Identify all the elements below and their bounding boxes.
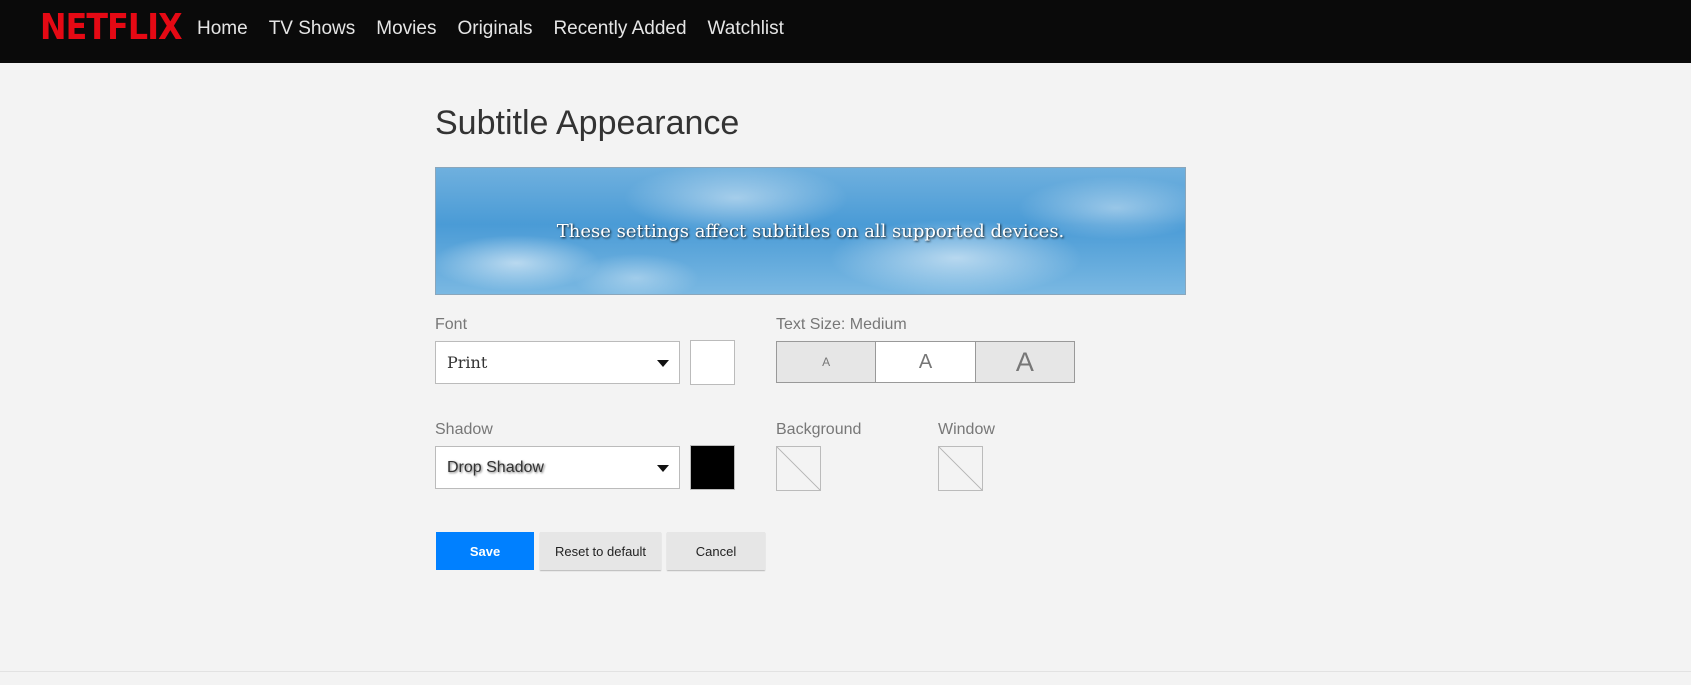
text-size-small-button[interactable]: A: [777, 342, 877, 382]
window-label: Window: [938, 421, 995, 438]
cancel-button[interactable]: Cancel: [667, 532, 765, 570]
font-color-swatch[interactable]: [690, 340, 735, 385]
font-label: Font: [435, 316, 468, 333]
window-color-swatch[interactable]: [938, 446, 983, 491]
nav-movies[interactable]: Movies: [376, 18, 436, 40]
shadow-label: Shadow: [435, 421, 493, 438]
background-label: Background: [776, 421, 862, 438]
nav-recently-added[interactable]: Recently Added: [553, 18, 686, 40]
save-button[interactable]: Save: [436, 532, 534, 570]
preview-text: These settings affect subtitles on all s…: [556, 220, 1065, 242]
nav-tv-shows[interactable]: TV Shows: [269, 18, 356, 40]
text-size-large-button[interactable]: A: [975, 342, 1074, 382]
font-select[interactable]: Print: [435, 341, 680, 384]
page-title: Subtitle Appearance: [435, 104, 740, 142]
chevron-down-icon: [657, 465, 669, 472]
chevron-down-icon: [657, 360, 669, 367]
nav-originals[interactable]: Originals: [457, 18, 532, 40]
subtitle-preview: These settings affect subtitles on all s…: [435, 167, 1186, 295]
nav-home[interactable]: Home: [197, 18, 248, 40]
text-size-medium-button[interactable]: A: [876, 342, 976, 382]
font-select-value: Print: [447, 353, 488, 372]
shadow-color-swatch[interactable]: [690, 445, 735, 490]
text-size-label: Text Size: Medium: [776, 316, 907, 333]
nav-watchlist[interactable]: Watchlist: [708, 18, 784, 40]
footer-divider: [0, 671, 1691, 672]
background-color-swatch[interactable]: [776, 446, 821, 491]
main-nav: Home TV Shows Movies Originals Recently …: [197, 18, 805, 40]
reset-to-default-button[interactable]: Reset to default: [540, 532, 661, 570]
shadow-select-value: Drop Shadow: [447, 458, 544, 476]
netflix-logo[interactable]: NETFLIX: [40, 8, 183, 48]
text-size-selector: A A A: [776, 341, 1075, 383]
top-navigation-bar: NETFLIX Home TV Shows Movies Originals R…: [0, 0, 1691, 63]
shadow-select[interactable]: Drop Shadow: [435, 446, 680, 489]
